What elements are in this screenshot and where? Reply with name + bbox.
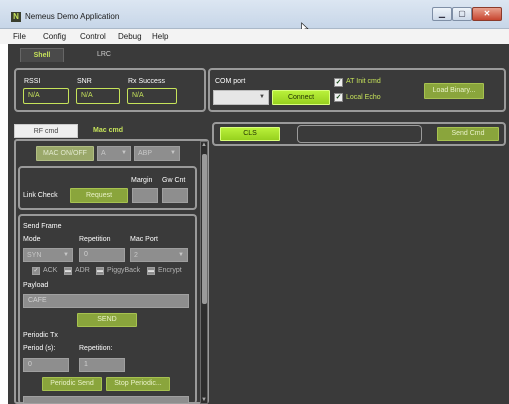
periodic-tx-title: Periodic Tx xyxy=(23,332,58,339)
encrypt-checkbox[interactable]: ▬ xyxy=(147,267,155,275)
period-field[interactable]: 0 xyxy=(23,358,69,372)
rx-success-value: N/A xyxy=(127,88,177,104)
at-init-label: AT Init cmd xyxy=(346,78,381,85)
com-port-label: COM port xyxy=(215,78,246,85)
adr-label: ADR xyxy=(75,267,90,274)
chevron-down-icon: ▼ xyxy=(121,150,127,156)
menu-file[interactable]: File xyxy=(13,32,26,41)
chevron-down-icon: ▼ xyxy=(178,252,184,258)
left-panel-scrollbar[interactable]: ▲ ▼ xyxy=(200,141,208,404)
command-input[interactable] xyxy=(297,125,422,143)
snr-value: N/A xyxy=(76,88,120,104)
at-init-checkbox[interactable]: ✓ xyxy=(334,78,343,87)
piggyback-checkbox[interactable]: ▬ xyxy=(96,267,104,275)
mac-port-select[interactable]: 2 ▼ xyxy=(130,248,188,262)
period-label: Period (s): xyxy=(23,345,56,352)
periodic-repetition-field[interactable]: 1 xyxy=(79,358,125,372)
periodic-repetition-label: Repetition: xyxy=(79,345,113,352)
local-echo-checkbox[interactable]: ✓ xyxy=(334,93,343,102)
encrypt-label: Encrypt xyxy=(158,267,182,274)
stop-periodic-button[interactable]: Stop Periodic... xyxy=(106,377,170,391)
piggyback-label: PiggyBack xyxy=(107,267,141,274)
maximize-button[interactable]: ▢ xyxy=(452,7,472,21)
minimize-button[interactable]: ▁ xyxy=(432,7,452,21)
mac-port-label: Mac Port xyxy=(130,236,159,243)
app-logo-icon: N xyxy=(11,12,21,22)
snr-label: SNR xyxy=(77,78,92,85)
periodic-progress xyxy=(23,396,189,404)
local-echo-label: Local Echo xyxy=(346,94,381,101)
periodic-send-button[interactable]: Periodic Send xyxy=(42,377,102,391)
mode-label: Mode xyxy=(23,236,41,243)
menu-bar: File Config Control Debug Help xyxy=(0,29,509,44)
gw-cnt-field xyxy=(162,188,188,203)
adr-checkbox[interactable]: ▬ xyxy=(64,267,72,275)
title-bar: N Nemeus Demo Application ▁ ▢ ✕ xyxy=(0,0,509,34)
menu-control[interactable]: Control xyxy=(80,32,106,41)
menu-config[interactable]: Config xyxy=(43,32,66,41)
ack-checkbox[interactable]: ✓ xyxy=(32,267,40,275)
connect-button[interactable]: Connect xyxy=(272,90,330,105)
menu-help[interactable]: Help xyxy=(152,32,168,41)
activation-mode-select[interactable]: ABP ▼ xyxy=(134,146,180,161)
gw-cnt-label: Gw Cnt xyxy=(162,177,186,184)
scroll-up-icon[interactable]: ▲ xyxy=(201,142,207,148)
send-mode-select[interactable]: SYN ▼ xyxy=(23,248,73,262)
repetition-label: Repetition xyxy=(79,236,111,243)
close-button[interactable]: ✕ xyxy=(472,7,502,21)
class-select[interactable]: A ▼ xyxy=(97,146,131,161)
rx-success-label: Rx Success xyxy=(128,78,165,85)
payload-label: Payload xyxy=(23,282,49,289)
chevron-down-icon: ▼ xyxy=(259,94,265,100)
send-frame-title: Send Frame xyxy=(23,223,62,230)
menu-debug[interactable]: Debug xyxy=(118,32,142,41)
tab-mac-cmd[interactable]: Mac cmd xyxy=(82,124,134,138)
rssi-label: RSSI xyxy=(24,78,41,85)
payload-field[interactable]: CAFE xyxy=(23,294,189,308)
request-button[interactable]: Request xyxy=(70,188,128,203)
scrollbar-thumb[interactable] xyxy=(202,154,207,304)
send-repetition-field[interactable]: 0 xyxy=(79,248,125,262)
load-binary-button[interactable]: Load Binary... xyxy=(424,83,484,99)
chevron-down-icon: ▼ xyxy=(63,252,69,258)
link-check-label: Link Check xyxy=(23,192,58,199)
send-button[interactable]: SEND xyxy=(77,313,137,327)
com-port-select[interactable]: ▼ xyxy=(213,90,269,105)
window-title: Nemeus Demo Application xyxy=(25,12,120,21)
cls-button[interactable]: CLS xyxy=(220,127,280,141)
chevron-down-icon: ▼ xyxy=(170,150,176,156)
margin-field xyxy=(132,188,158,203)
tab-rf-cmd[interactable]: RF cmd xyxy=(14,124,78,138)
console-output[interactable] xyxy=(212,148,506,404)
send-cmd-button[interactable]: Send Cmd xyxy=(437,127,499,141)
tab-lrc[interactable]: LRC xyxy=(82,48,126,62)
tab-shell[interactable]: Shell xyxy=(20,48,64,62)
margin-label: Margin xyxy=(131,177,153,184)
ack-label: ACK xyxy=(43,267,58,274)
rssi-value: N/A xyxy=(23,88,69,104)
scroll-down-icon[interactable]: ▼ xyxy=(201,397,207,403)
mac-onoff-button[interactable]: MAC ON/OFF xyxy=(36,146,94,161)
